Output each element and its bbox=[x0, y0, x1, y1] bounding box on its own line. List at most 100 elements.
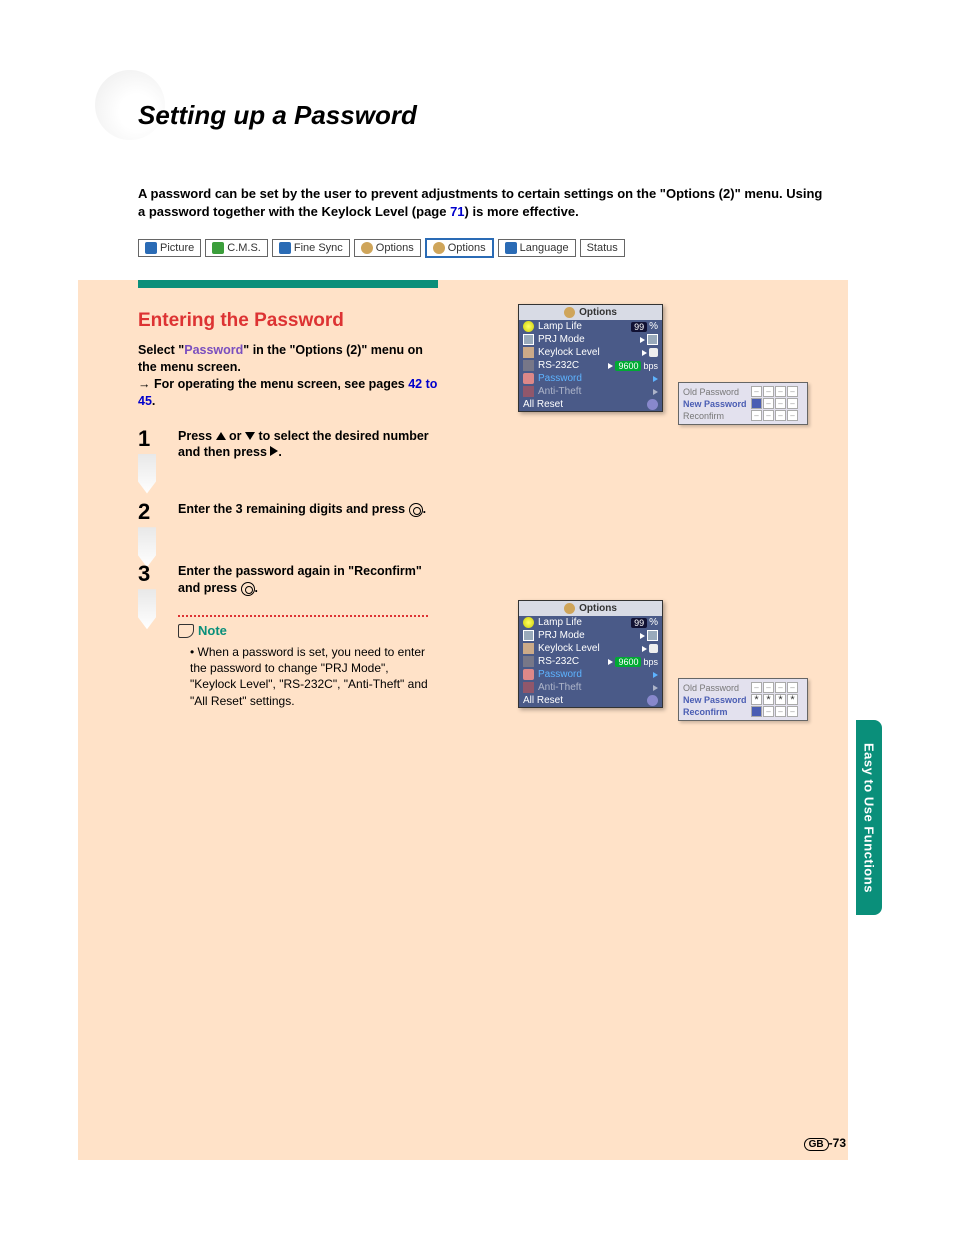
txt: Lamp Life bbox=[538, 321, 582, 332]
osd-prj-mode: PRJ Mode bbox=[519, 629, 662, 642]
arrow-icon bbox=[653, 389, 658, 395]
pw-reconfirm-row: Reconfirm bbox=[683, 706, 803, 717]
txt: Password bbox=[538, 373, 582, 384]
password-highlight: Password bbox=[184, 343, 243, 357]
pw-cell bbox=[775, 398, 786, 409]
shield-icon bbox=[523, 682, 534, 693]
step-text: Enter the 3 remaining digits and press . bbox=[178, 501, 438, 523]
tab-label: Options bbox=[376, 242, 414, 254]
pw-old-row: Old Password bbox=[683, 386, 803, 397]
note-icon bbox=[178, 624, 194, 638]
osd-header: Options bbox=[519, 305, 662, 320]
pw-new-row: New Password bbox=[683, 398, 803, 409]
txt: Anti-Theft bbox=[538, 682, 581, 693]
up-arrow-icon bbox=[216, 432, 226, 440]
txt: Keylock Level bbox=[538, 347, 600, 358]
tab-status[interactable]: Status bbox=[580, 239, 625, 257]
arrow-icon bbox=[642, 350, 647, 356]
section-bar bbox=[138, 280, 438, 288]
tab-options-2[interactable]: Options bbox=[425, 238, 494, 258]
txt: When a password is set, you need to ente… bbox=[190, 645, 428, 708]
options-icon bbox=[564, 307, 575, 318]
step-2: 2 Enter the 3 remaining digits and press… bbox=[138, 501, 438, 523]
step-1: 1 Press or to select the desired number … bbox=[138, 428, 438, 462]
pw-old-row: Old Password bbox=[683, 682, 803, 693]
content-panel: Entering the Password Select "Password" … bbox=[78, 280, 848, 1160]
pw-cell bbox=[775, 694, 786, 705]
tab-label: C.M.S. bbox=[227, 242, 261, 254]
txt: PRJ Mode bbox=[538, 334, 585, 345]
txt: Options bbox=[579, 307, 617, 318]
osd-header: Options bbox=[519, 601, 662, 616]
txt: New Password bbox=[683, 695, 747, 705]
txt: Reconfirm bbox=[683, 411, 747, 421]
section-heading: Entering the Password bbox=[138, 310, 438, 332]
lock-icon bbox=[649, 348, 658, 357]
screen-icon bbox=[647, 630, 658, 641]
lamp-icon bbox=[523, 321, 534, 332]
pw-new-row: New Password bbox=[683, 694, 803, 705]
txt: Enter the password again in "Reconfirm" … bbox=[178, 564, 422, 595]
txt: Old Password bbox=[683, 683, 747, 693]
osd-password: Password bbox=[519, 372, 662, 385]
tab-options-1[interactable]: Options bbox=[354, 239, 421, 257]
page-link-71[interactable]: 71 bbox=[450, 204, 464, 219]
page-num-text: -73 bbox=[829, 1136, 846, 1150]
finesync-icon bbox=[279, 242, 291, 254]
tab-label: Status bbox=[587, 242, 618, 254]
txt: . bbox=[278, 445, 281, 459]
txt: Options bbox=[579, 603, 617, 614]
txt: Press bbox=[178, 429, 216, 443]
pw-cell bbox=[787, 386, 798, 397]
arrow-icon bbox=[642, 646, 647, 652]
screen-icon bbox=[523, 334, 534, 345]
note-divider bbox=[178, 615, 428, 617]
tab-label: Picture bbox=[160, 242, 194, 254]
pw-cell bbox=[763, 398, 774, 409]
note-label: Note bbox=[198, 623, 227, 638]
txt: Anti-Theft bbox=[538, 386, 581, 397]
osd-prj-mode: PRJ Mode bbox=[519, 333, 662, 346]
tab-cms[interactable]: C.M.S. bbox=[205, 239, 268, 257]
menu-tabbar: Picture C.M.S. Fine Sync Options Options… bbox=[138, 238, 625, 258]
pw-cell bbox=[787, 682, 798, 693]
tab-picture[interactable]: Picture bbox=[138, 239, 201, 257]
osd-password: Password bbox=[519, 668, 662, 681]
txt: PRJ Mode bbox=[538, 630, 585, 641]
arrow-icon bbox=[640, 337, 645, 343]
intro-text-2: ) is more effective. bbox=[465, 204, 579, 219]
osd-menu-2: Options Lamp Life99% PRJ Mode Keylock Le… bbox=[518, 600, 663, 708]
tab-language[interactable]: Language bbox=[498, 239, 576, 257]
pw-cell bbox=[763, 386, 774, 397]
txt: bps bbox=[643, 657, 658, 667]
pw-cell bbox=[775, 386, 786, 397]
osd-anti-theft: Anti-Theft bbox=[519, 385, 662, 398]
step-3: 3 Enter the password again in "Reconfirm… bbox=[138, 563, 438, 597]
osd-keylock: Keylock Level bbox=[519, 346, 662, 359]
txt: All Reset bbox=[523, 695, 563, 706]
options-icon bbox=[564, 603, 575, 614]
txt: Reconfirm bbox=[683, 707, 747, 717]
pw-cell bbox=[763, 410, 774, 421]
down-arrow-icon bbox=[245, 432, 255, 440]
page-number: GB-73 bbox=[804, 1136, 846, 1151]
lock-icon bbox=[523, 347, 534, 358]
pw-cell bbox=[763, 706, 774, 717]
pw-cell bbox=[775, 410, 786, 421]
page-title: Setting up a Password bbox=[138, 100, 417, 131]
arrow-icon bbox=[608, 363, 613, 369]
tab-label: Options bbox=[448, 242, 486, 254]
port-icon bbox=[523, 360, 534, 371]
tab-label: Language bbox=[520, 242, 569, 254]
options-icon bbox=[433, 242, 445, 254]
picture-icon bbox=[145, 242, 157, 254]
osd-rs232c: RS-232C9600bps bbox=[519, 359, 662, 372]
chapter-tab: Easy to Use Functions bbox=[856, 720, 882, 915]
pw-cell bbox=[775, 706, 786, 717]
tab-finesync[interactable]: Fine Sync bbox=[272, 239, 350, 257]
lamp-value: 99 bbox=[631, 618, 647, 628]
language-icon bbox=[505, 242, 517, 254]
enter-button-icon bbox=[241, 582, 255, 596]
reset-icon bbox=[647, 399, 658, 410]
osd-keylock: Keylock Level bbox=[519, 642, 662, 655]
